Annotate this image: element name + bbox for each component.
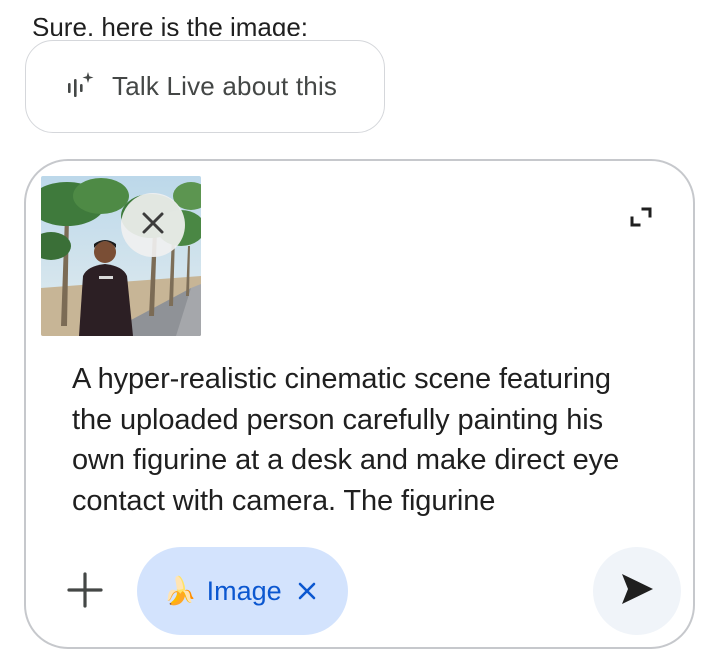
live-waveform-sparkle-icon (64, 70, 98, 104)
expand-icon (627, 203, 655, 236)
attached-image-thumbnail[interactable] (41, 176, 201, 336)
talk-live-label: Talk Live about this (112, 71, 338, 101)
send-icon (618, 570, 656, 613)
image-tool-label: Image (206, 575, 282, 606)
add-attachment-button[interactable] (56, 563, 114, 621)
plus-icon (65, 570, 105, 615)
image-tool-chip[interactable]: 🍌 Image (137, 547, 348, 635)
expand-composer-button[interactable] (621, 199, 661, 239)
banana-icon: 🍌 (163, 575, 197, 606)
close-icon (139, 209, 167, 242)
prompt-input[interactable]: A hyper-realistic cinematic scene featur… (72, 359, 632, 539)
prompt-composer: A hyper-realistic cinematic scene featur… (24, 159, 695, 649)
send-button[interactable] (593, 547, 681, 635)
remove-attachment-button[interactable] (121, 193, 185, 257)
response-partial-text: Sure, here is the image: (32, 12, 309, 36)
close-icon[interactable] (296, 580, 318, 602)
talk-live-button[interactable]: Talk Live about this (25, 40, 385, 133)
